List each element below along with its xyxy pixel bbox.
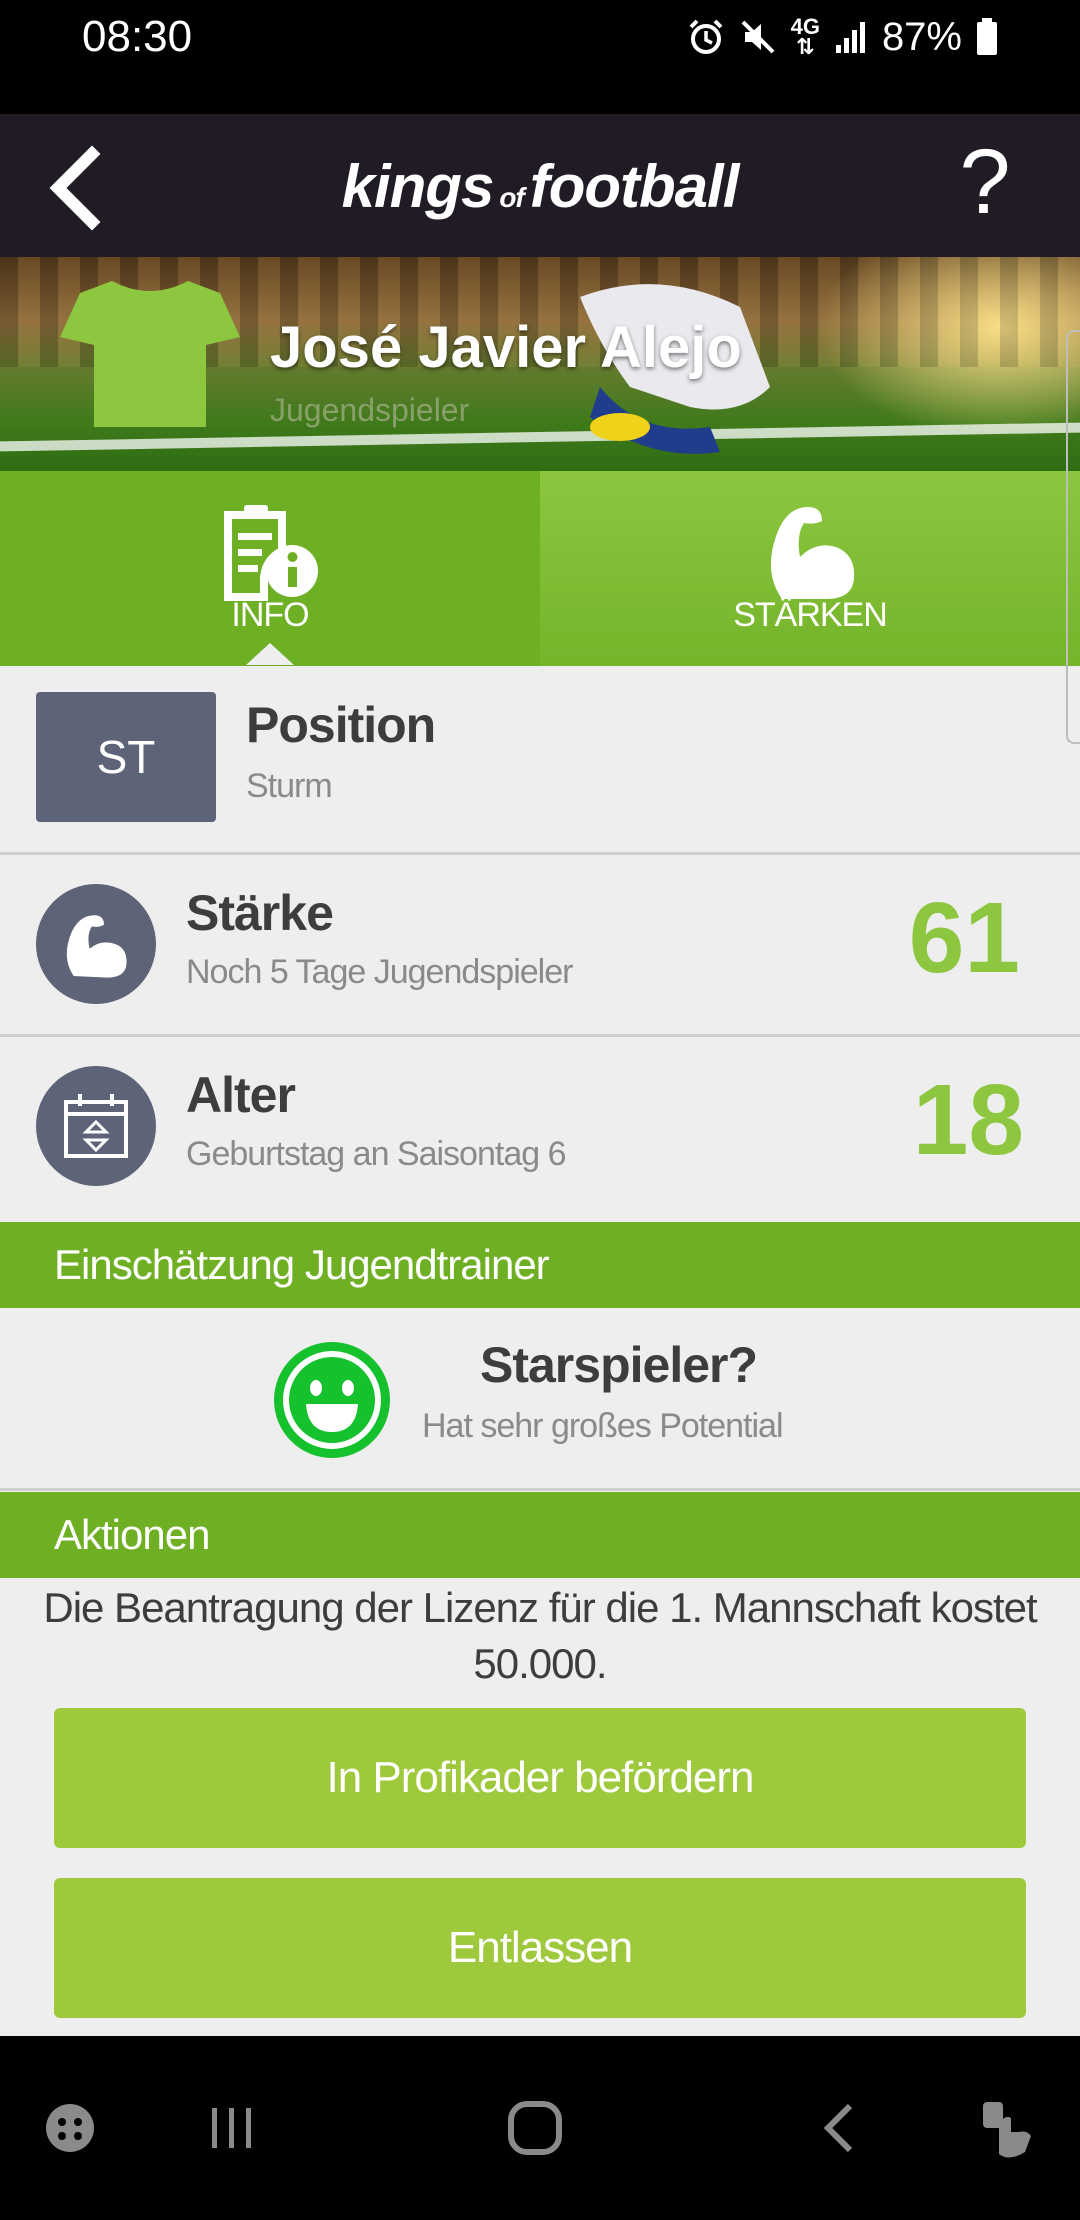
divider	[0, 852, 1080, 855]
active-tab-pointer	[246, 643, 294, 665]
touch-icon[interactable]	[965, 2088, 1045, 2168]
app-header: kings of football ?	[0, 114, 1080, 257]
logo-word-of: of	[499, 182, 524, 213]
system-nav-bar	[0, 2036, 1080, 2220]
divider	[0, 1034, 1080, 1037]
scroll-indicator[interactable]	[1066, 330, 1080, 744]
smiley-icon	[274, 1342, 390, 1458]
tab-info[interactable]: INFO	[0, 471, 540, 666]
status-time: 08:30	[82, 12, 193, 61]
player-info-panel: ST Position Sturm Stärke Noch 5 Tage Jug…	[0, 666, 1080, 2036]
tab-staerken-label: STÄRKEN	[733, 596, 888, 634]
strength-icon-circle	[36, 884, 156, 1004]
jersey-icon	[60, 281, 240, 427]
position-badge: ST	[36, 692, 216, 822]
strength-subtitle: Noch 5 Tage Jugendspieler	[186, 953, 573, 991]
position-value: Sturm	[246, 767, 333, 805]
status-icons: 4G ⇅ 87%	[687, 10, 998, 64]
player-role: Jugendspieler	[270, 392, 470, 428]
license-cost-text: Die Beantragung der Lizenz für die 1. Ma…	[43, 1584, 1037, 1687]
help-icon: ?	[959, 131, 1011, 233]
bicep-icon	[770, 507, 855, 599]
coach-assessment-header-label: Einschätzung Jugendtrainer	[54, 1241, 550, 1288]
game-launcher-icon[interactable]	[30, 2088, 110, 2168]
signal-icon	[835, 22, 865, 53]
actions-header: Aktionen	[0, 1492, 1080, 1578]
alarm-icon	[689, 19, 722, 54]
strength-value: 61	[908, 882, 1020, 994]
battery-icon	[977, 18, 997, 55]
tab-info-label: INFO	[231, 596, 309, 634]
coach-assessment-title: Starspieler?	[480, 1337, 758, 1393]
calendar-icon	[64, 1094, 128, 1158]
battery-percent: 87%	[881, 14, 962, 59]
age-icon-circle	[36, 1066, 156, 1186]
position-title: Position	[246, 697, 436, 753]
network-label: 4G	[790, 14, 820, 39]
logo-word-football: football	[529, 153, 740, 220]
home-icon[interactable]	[495, 2088, 575, 2168]
bicep-icon	[66, 915, 127, 978]
age-subtitle: Geburtstag an Saisontag 6	[186, 1135, 566, 1173]
promote-to-pro-button[interactable]: In Profikader befördern	[54, 1708, 1026, 1848]
strength-title: Stärke	[186, 885, 334, 941]
actions-header-label: Aktionen	[54, 1511, 210, 1558]
coach-assessment-header: Einschätzung Jugendtrainer	[0, 1222, 1080, 1308]
tab-staerken[interactable]: STÄRKEN	[540, 471, 1080, 666]
coach-assessment-subtitle: Hat sehr großes Potential	[422, 1407, 784, 1445]
player-name: José Javier Alejo	[270, 315, 742, 380]
age-value: 18	[912, 1064, 1024, 1176]
player-hero-banner: José Javier Alejo Jugendspieler	[0, 257, 1080, 471]
divider	[0, 1488, 1080, 1491]
status-bar: 08:30 4G ⇅ 87%	[0, 0, 1080, 114]
recent-apps-icon[interactable]	[192, 2088, 272, 2168]
network-4g-icon: 4G ⇅	[790, 14, 820, 59]
info-document-icon	[224, 505, 318, 601]
dismiss-player-button[interactable]: Entlassen	[54, 1878, 1026, 2018]
back-icon[interactable]	[800, 2088, 880, 2168]
player-tabs: INFO STÄRKEN	[0, 471, 1080, 666]
help-button[interactable]: ?	[940, 132, 1030, 232]
mute-icon	[741, 20, 774, 54]
logo-word-kings: kings	[341, 153, 495, 220]
age-title: Alter	[186, 1067, 296, 1123]
app-logo: kings of football	[0, 152, 1080, 233]
